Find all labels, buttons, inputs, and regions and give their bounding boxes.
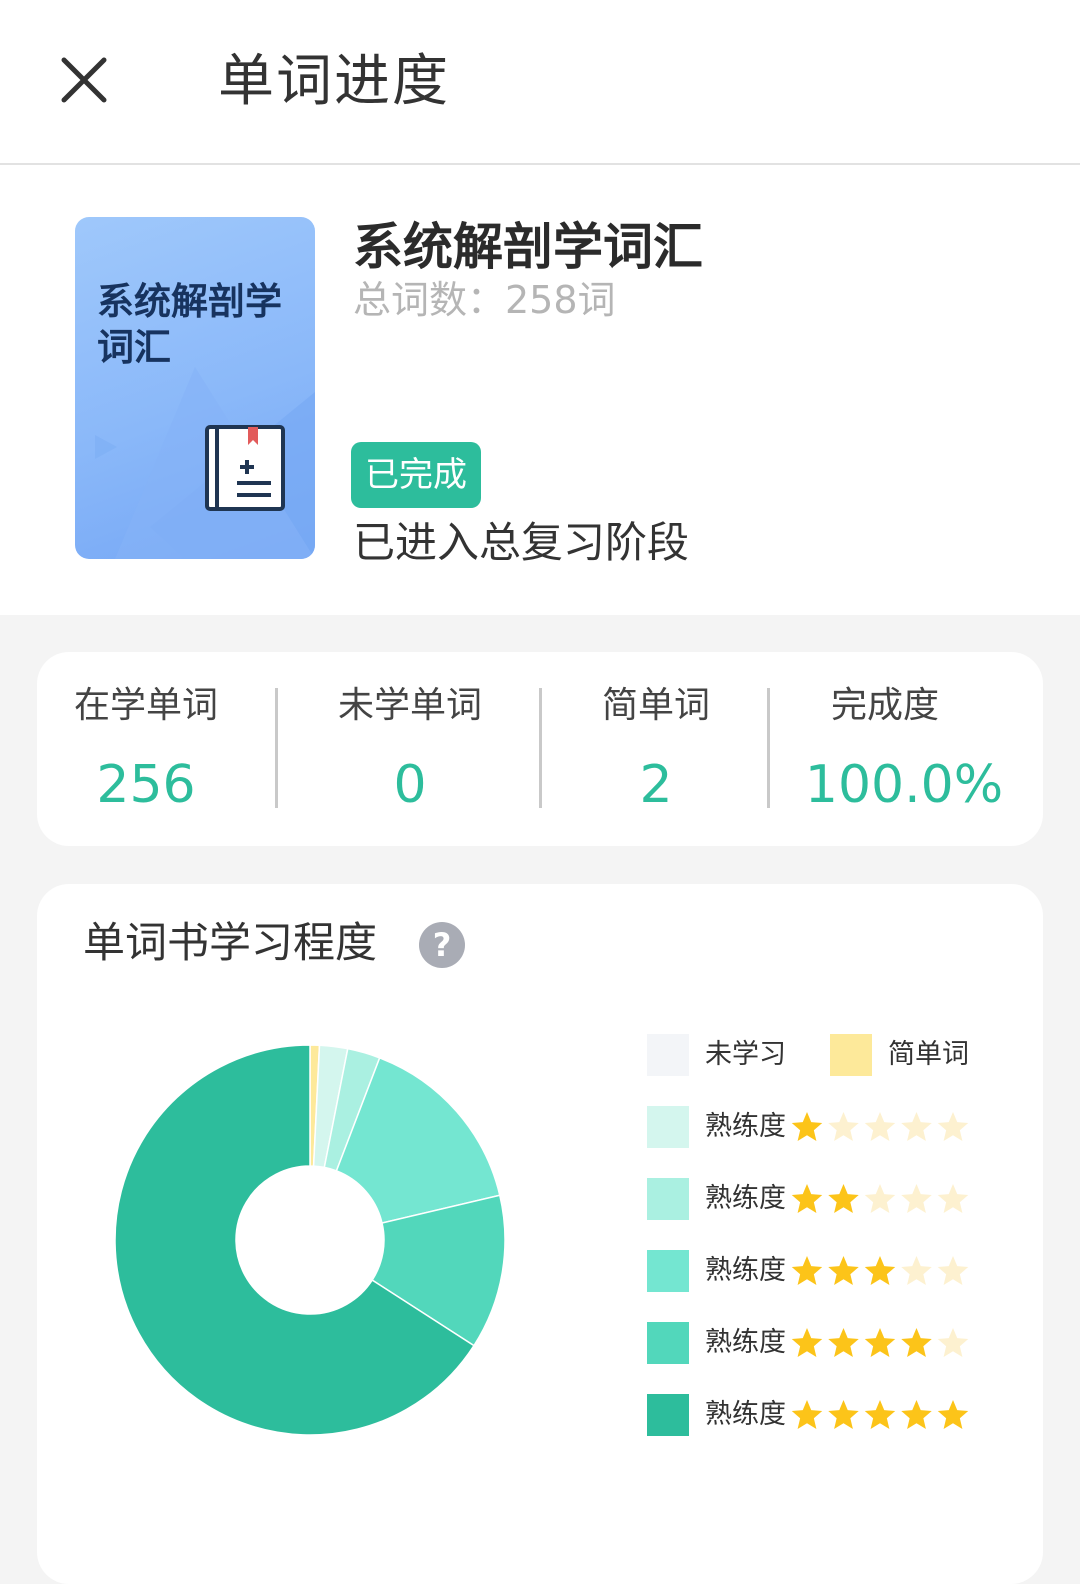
star-empty-icon [828, 1112, 859, 1141]
legend-label: 熟练度 [705, 1327, 786, 1358]
legend-swatch [647, 1394, 689, 1436]
book-title: 系统解剖学词汇 [353, 218, 703, 276]
star-empty-icon [937, 1112, 969, 1141]
legend-item: 熟练度 [647, 1250, 977, 1294]
star-empty-icon [937, 1328, 969, 1357]
legend-swatch [647, 1034, 689, 1076]
star-empty-icon [937, 1184, 969, 1213]
donut-chart[interactable] [37, 884, 557, 1584]
star-empty-icon [864, 1112, 896, 1141]
page-title: 单词进度 [218, 49, 450, 114]
star-filled-icon [901, 1328, 932, 1357]
stat-value: 0 [393, 755, 427, 815]
stat-label: 完成度 [830, 685, 939, 726]
legend-label: 熟练度 [705, 1255, 786, 1286]
total-word-count: 总词数：258词 [353, 278, 616, 322]
stat-label: 简单词 [601, 685, 710, 726]
legend-swatch [647, 1106, 689, 1148]
legend-item: 熟练度 [647, 1394, 977, 1438]
star-filled-icon [828, 1256, 859, 1285]
status-badge: 已完成 [351, 442, 481, 508]
legend-item: 未学习 [647, 1034, 817, 1078]
star-filled-icon [828, 1328, 859, 1357]
stats-card: 在学单词 256 未学单词 0 简单词 2 完成度 100.0% [37, 652, 1043, 846]
stat-value: 100.0% [804, 755, 1004, 815]
star-rating [791, 1184, 969, 1213]
star-filled-icon [791, 1400, 823, 1429]
star-filled-icon [828, 1400, 859, 1429]
stat-value: 2 [639, 755, 673, 815]
star-filled-icon [791, 1328, 823, 1357]
star-empty-icon [937, 1256, 969, 1285]
star-filled-icon [864, 1328, 896, 1357]
review-stage-text: 已进入总复习阶段 [353, 518, 690, 567]
close-icon [61, 57, 107, 103]
legend-label: 熟练度 [705, 1399, 786, 1430]
book-cover[interactable]: 系统解剖学词汇 [75, 217, 315, 559]
stat-divider [539, 688, 542, 808]
close-button[interactable] [56, 52, 112, 108]
star-empty-icon [901, 1184, 932, 1213]
legend-label: 简单词 [888, 1039, 969, 1070]
star-filled-icon [828, 1184, 859, 1213]
star-filled-icon [864, 1400, 896, 1429]
legend-item: 熟练度 [647, 1106, 977, 1150]
star-rating [791, 1256, 969, 1285]
star-filled-icon [791, 1256, 823, 1285]
stat-easy-words: 简单词 2 [563, 652, 749, 846]
legend-item: 简单词 [830, 1034, 1000, 1078]
star-filled-icon [937, 1400, 969, 1429]
stat-unlearned: 未学单词 0 [299, 652, 521, 846]
star-empty-icon [901, 1112, 932, 1141]
stat-value: 256 [96, 755, 196, 815]
stat-completion: 完成度 100.0% [797, 652, 1011, 846]
star-empty-icon [864, 1184, 896, 1213]
learning-level-card: 单词书学习程度 ? 未学习 简单词 熟练度 熟练度 熟练度 熟练度 熟练度 [37, 884, 1043, 1584]
stat-learning: 在学单词 256 [37, 652, 255, 846]
legend-swatch [647, 1322, 689, 1364]
legend-swatch [647, 1250, 689, 1292]
star-rating [791, 1112, 969, 1141]
legend-item: 熟练度 [647, 1322, 977, 1366]
star-empty-icon [901, 1256, 932, 1285]
legend-swatch [647, 1178, 689, 1220]
cover-title: 系统解剖学词汇 [97, 280, 282, 369]
stat-label: 在学单词 [73, 685, 218, 726]
stat-divider [275, 688, 278, 808]
star-filled-icon [864, 1256, 896, 1285]
star-rating [791, 1328, 969, 1357]
stat-divider [767, 688, 770, 808]
star-filled-icon [901, 1400, 932, 1429]
legend-item: 熟练度 [647, 1178, 977, 1222]
star-filled-icon [791, 1112, 823, 1141]
legend-label: 熟练度 [705, 1183, 786, 1214]
legend-label: 未学习 [705, 1039, 786, 1070]
legend-swatch [830, 1034, 872, 1076]
header-bar: 单词进度 [0, 0, 1080, 165]
book-info-section: 系统解剖学词汇 系统解剖学词汇 总词数：258词 已完成 已进入总复习阶段 [0, 165, 1080, 615]
book-icon [205, 425, 285, 511]
stat-label: 未学单词 [337, 685, 482, 726]
star-rating [791, 1400, 969, 1429]
star-filled-icon [791, 1184, 823, 1213]
legend-label: 熟练度 [705, 1111, 786, 1142]
cover-decoration [95, 367, 315, 559]
